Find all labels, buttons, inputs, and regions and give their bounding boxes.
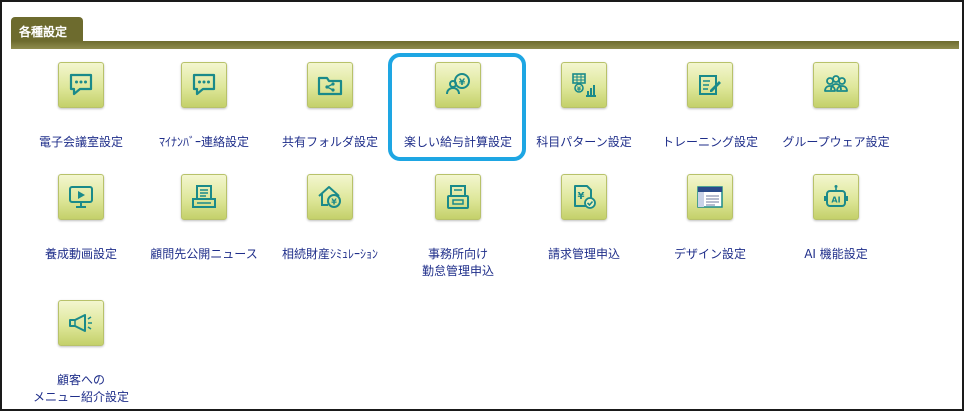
item-customer-menu-intro-settings[interactable]: 顧客への メニュー紹介設定: [21, 300, 141, 410]
svg-text:¥: ¥: [331, 198, 337, 207]
item-label-line2: メニュー紹介設定: [32, 390, 129, 404]
item-meeting-room-settings[interactable]: 電子会議室設定: [21, 62, 141, 158]
video-icon: [58, 174, 104, 220]
item-label: 顧問先公開ニュース: [150, 247, 258, 261]
training-icon: [687, 62, 733, 108]
account-chart-icon: ¥: [561, 62, 607, 108]
settings-panel: 各種設定 電子会議室設定 ﾏｲﾅﾝﾊﾞｰ連絡設定 共有フォルダ設定 ¥ 楽しい給…: [0, 0, 964, 411]
item-label: 電子会議室設定: [38, 135, 123, 149]
megaphone-icon: [58, 300, 104, 346]
item-attendance-application[interactable]: 事務所向け 勤怠管理申込: [398, 174, 518, 284]
item-mynumber-contact-settings[interactable]: ﾏｲﾅﾝﾊﾞｰ連絡設定: [144, 62, 264, 158]
news-icon: [181, 174, 227, 220]
item-client-news[interactable]: 顧問先公開ニュース: [144, 174, 264, 270]
item-label: 共有フォルダ設定: [281, 135, 378, 149]
item-training-settings[interactable]: トレーニング設定: [650, 62, 770, 158]
item-label: トレーニング設定: [661, 135, 758, 149]
payroll-icon: ¥: [435, 62, 481, 108]
item-label: ﾏｲﾅﾝﾊﾞｰ連絡設定: [158, 135, 249, 149]
item-label: グループウェア設定: [782, 135, 890, 149]
chat-bubble-icon: [181, 62, 227, 108]
svg-text:¥: ¥: [578, 191, 585, 202]
billing-icon: ¥: [561, 174, 607, 220]
item-training-video-settings[interactable]: 養成動画設定: [21, 174, 141, 270]
item-shared-folder-settings[interactable]: 共有フォルダ設定: [270, 62, 390, 158]
item-label-line2: 勤怠管理申込: [421, 264, 494, 278]
item-label: 科目パターン設定: [536, 135, 632, 149]
item-label: 楽しい給与計算設定: [403, 135, 512, 149]
item-label: デザイン設定: [673, 247, 746, 261]
shared-folder-icon: [307, 62, 353, 108]
ai-icon: AI: [813, 174, 859, 220]
chat-bubble-icon: [58, 62, 104, 108]
item-label: 請求管理申込: [547, 247, 620, 261]
item-ai-settings[interactable]: AI AI 機能設定: [776, 174, 896, 270]
item-groupware-settings[interactable]: グループウェア設定: [776, 62, 896, 158]
item-label: 相続財産ｼﾐｭﾚｰｼｮﾝ: [281, 247, 378, 261]
item-design-settings[interactable]: デザイン設定: [650, 174, 770, 270]
svg-text:¥: ¥: [459, 78, 466, 88]
attendance-icon: [435, 174, 481, 220]
tab-underline: [11, 41, 959, 49]
item-label: 顧客への: [56, 373, 105, 387]
tab-settings[interactable]: 各種設定: [11, 17, 83, 43]
item-label: 事務所向け: [427, 247, 488, 261]
design-icon: [687, 174, 733, 220]
svg-text:AI: AI: [831, 196, 840, 205]
item-account-pattern-settings[interactable]: ¥ 科目パターン設定: [524, 62, 644, 158]
item-payroll-settings[interactable]: ¥ 楽しい給与計算設定: [398, 62, 518, 158]
inheritance-icon: ¥: [307, 174, 353, 220]
item-label: 養成動画設定: [44, 247, 117, 261]
item-label: AI 機能設定: [804, 247, 868, 261]
group-icon: [813, 62, 859, 108]
item-billing-application[interactable]: ¥ 請求管理申込: [524, 174, 644, 270]
item-inheritance-simulation[interactable]: ¥ 相続財産ｼﾐｭﾚｰｼｮﾝ: [270, 174, 390, 270]
